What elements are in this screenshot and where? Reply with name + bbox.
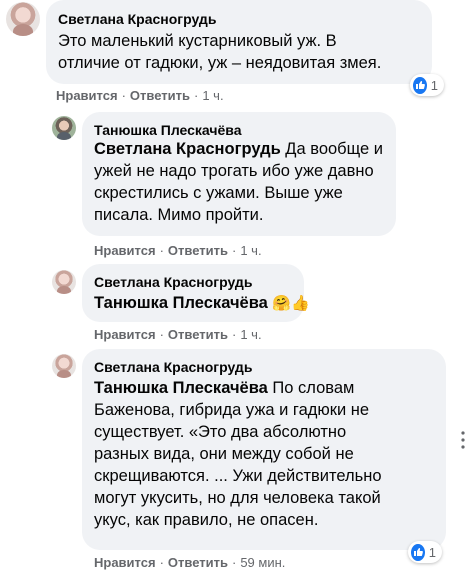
comment-line: ужей не надо трогать ибо уже давно xyxy=(94,162,374,180)
emoji-hug-thumbs-up: 🤗👍 xyxy=(272,295,310,312)
comment-bubble: Светлана Красногрудь Танюшка Плескачёва … xyxy=(82,264,310,322)
reply-button[interactable]: Ответить xyxy=(130,88,190,103)
comment-line: По словам xyxy=(267,379,355,397)
reply-button[interactable]: Ответить xyxy=(168,327,228,342)
comment-time[interactable]: 1 ч. xyxy=(240,243,261,258)
comment-line: могут укусить, но для человека такой xyxy=(94,489,381,507)
mention-link[interactable]: Танюшка Плескачёва xyxy=(94,294,268,312)
like-icon xyxy=(413,76,427,94)
comment-line: разных вида, они между собой не xyxy=(94,445,354,463)
comment-time[interactable]: 59 мин. xyxy=(240,555,285,570)
comment-text: Танюшка Плескачёва По словам Баженова, г… xyxy=(94,377,444,531)
like-button[interactable]: Нравится xyxy=(94,243,156,258)
like-button[interactable]: Нравится xyxy=(94,327,156,342)
comment-line: Это маленький кустарниковый уж. В xyxy=(58,32,337,50)
reply-button[interactable]: Ответить xyxy=(168,243,228,258)
comment-line: скрестились с ужами. Выше уже xyxy=(94,184,343,202)
avatar[interactable] xyxy=(6,2,40,36)
like-button[interactable]: Нравится xyxy=(56,88,118,103)
comment-bubble: Светлана Красногрудь Это маленький куста… xyxy=(46,0,432,84)
comment-line: Да вообще и xyxy=(280,140,383,158)
avatar[interactable] xyxy=(52,270,76,294)
mention-link[interactable]: Светлана Красногрудь xyxy=(94,140,281,158)
comment-author[interactable]: Светлана Красногрудь xyxy=(58,11,216,27)
comment-actions: Нравится · Ответить · 59 мин. xyxy=(94,555,286,570)
reaction-count[interactable]: 1 xyxy=(408,541,442,563)
reaction-number: 1 xyxy=(430,77,438,93)
avatar[interactable] xyxy=(52,116,76,140)
mention-link[interactable]: Танюшка Плескачёва xyxy=(94,379,268,397)
comment-line: укус, как правило, не опасен. xyxy=(94,511,319,529)
comment-author[interactable]: Светлана Красногрудь xyxy=(94,359,252,375)
reaction-count[interactable]: 1 xyxy=(410,74,444,96)
comment-text: Светлана Красногрудь Да вообще и ужей не… xyxy=(94,138,394,226)
comment-line: Баженова, гибрида ужа и гадюки не xyxy=(94,401,370,419)
comment-author[interactable]: Танюшка Плескачёва xyxy=(94,122,241,138)
comment-line: отличие от гадюки, уж – неядовитая змея. xyxy=(58,54,382,72)
comment-actions: Нравится · Ответить · 1 ч. xyxy=(56,88,224,103)
comment-text: Танюшка Плескачёва 🤗👍 xyxy=(94,292,310,315)
avatar[interactable] xyxy=(52,354,76,378)
reaction-number: 1 xyxy=(428,544,436,560)
comment-actions: Нравится · Ответить · 1 ч. xyxy=(94,243,262,258)
comment-author[interactable]: Светлана Красногрудь xyxy=(94,274,252,290)
three-dots-icon[interactable] xyxy=(460,430,466,450)
comment-bubble: Танюшка Плескачёва Светлана Красногрудь … xyxy=(82,112,396,236)
comment-time[interactable]: 1 ч. xyxy=(202,88,223,103)
reply-button[interactable]: Ответить xyxy=(168,555,228,570)
comment-text: Это маленький кустарниковый уж. В отличи… xyxy=(58,30,432,74)
like-icon xyxy=(411,543,425,561)
comment-time[interactable]: 1 ч. xyxy=(240,327,261,342)
comment-line: существует. «Это два абсолютно xyxy=(94,423,347,441)
comment-actions: Нравится · Ответить · 1 ч. xyxy=(94,327,262,342)
comment-line: скрещиваются. ... Ужи действительно xyxy=(94,467,382,485)
like-button[interactable]: Нравится xyxy=(94,555,156,570)
comment-bubble: Светлана Красногрудь Танюшка Плескачёва … xyxy=(82,349,446,550)
comment-line: писала. Мимо пройти. xyxy=(94,206,264,224)
